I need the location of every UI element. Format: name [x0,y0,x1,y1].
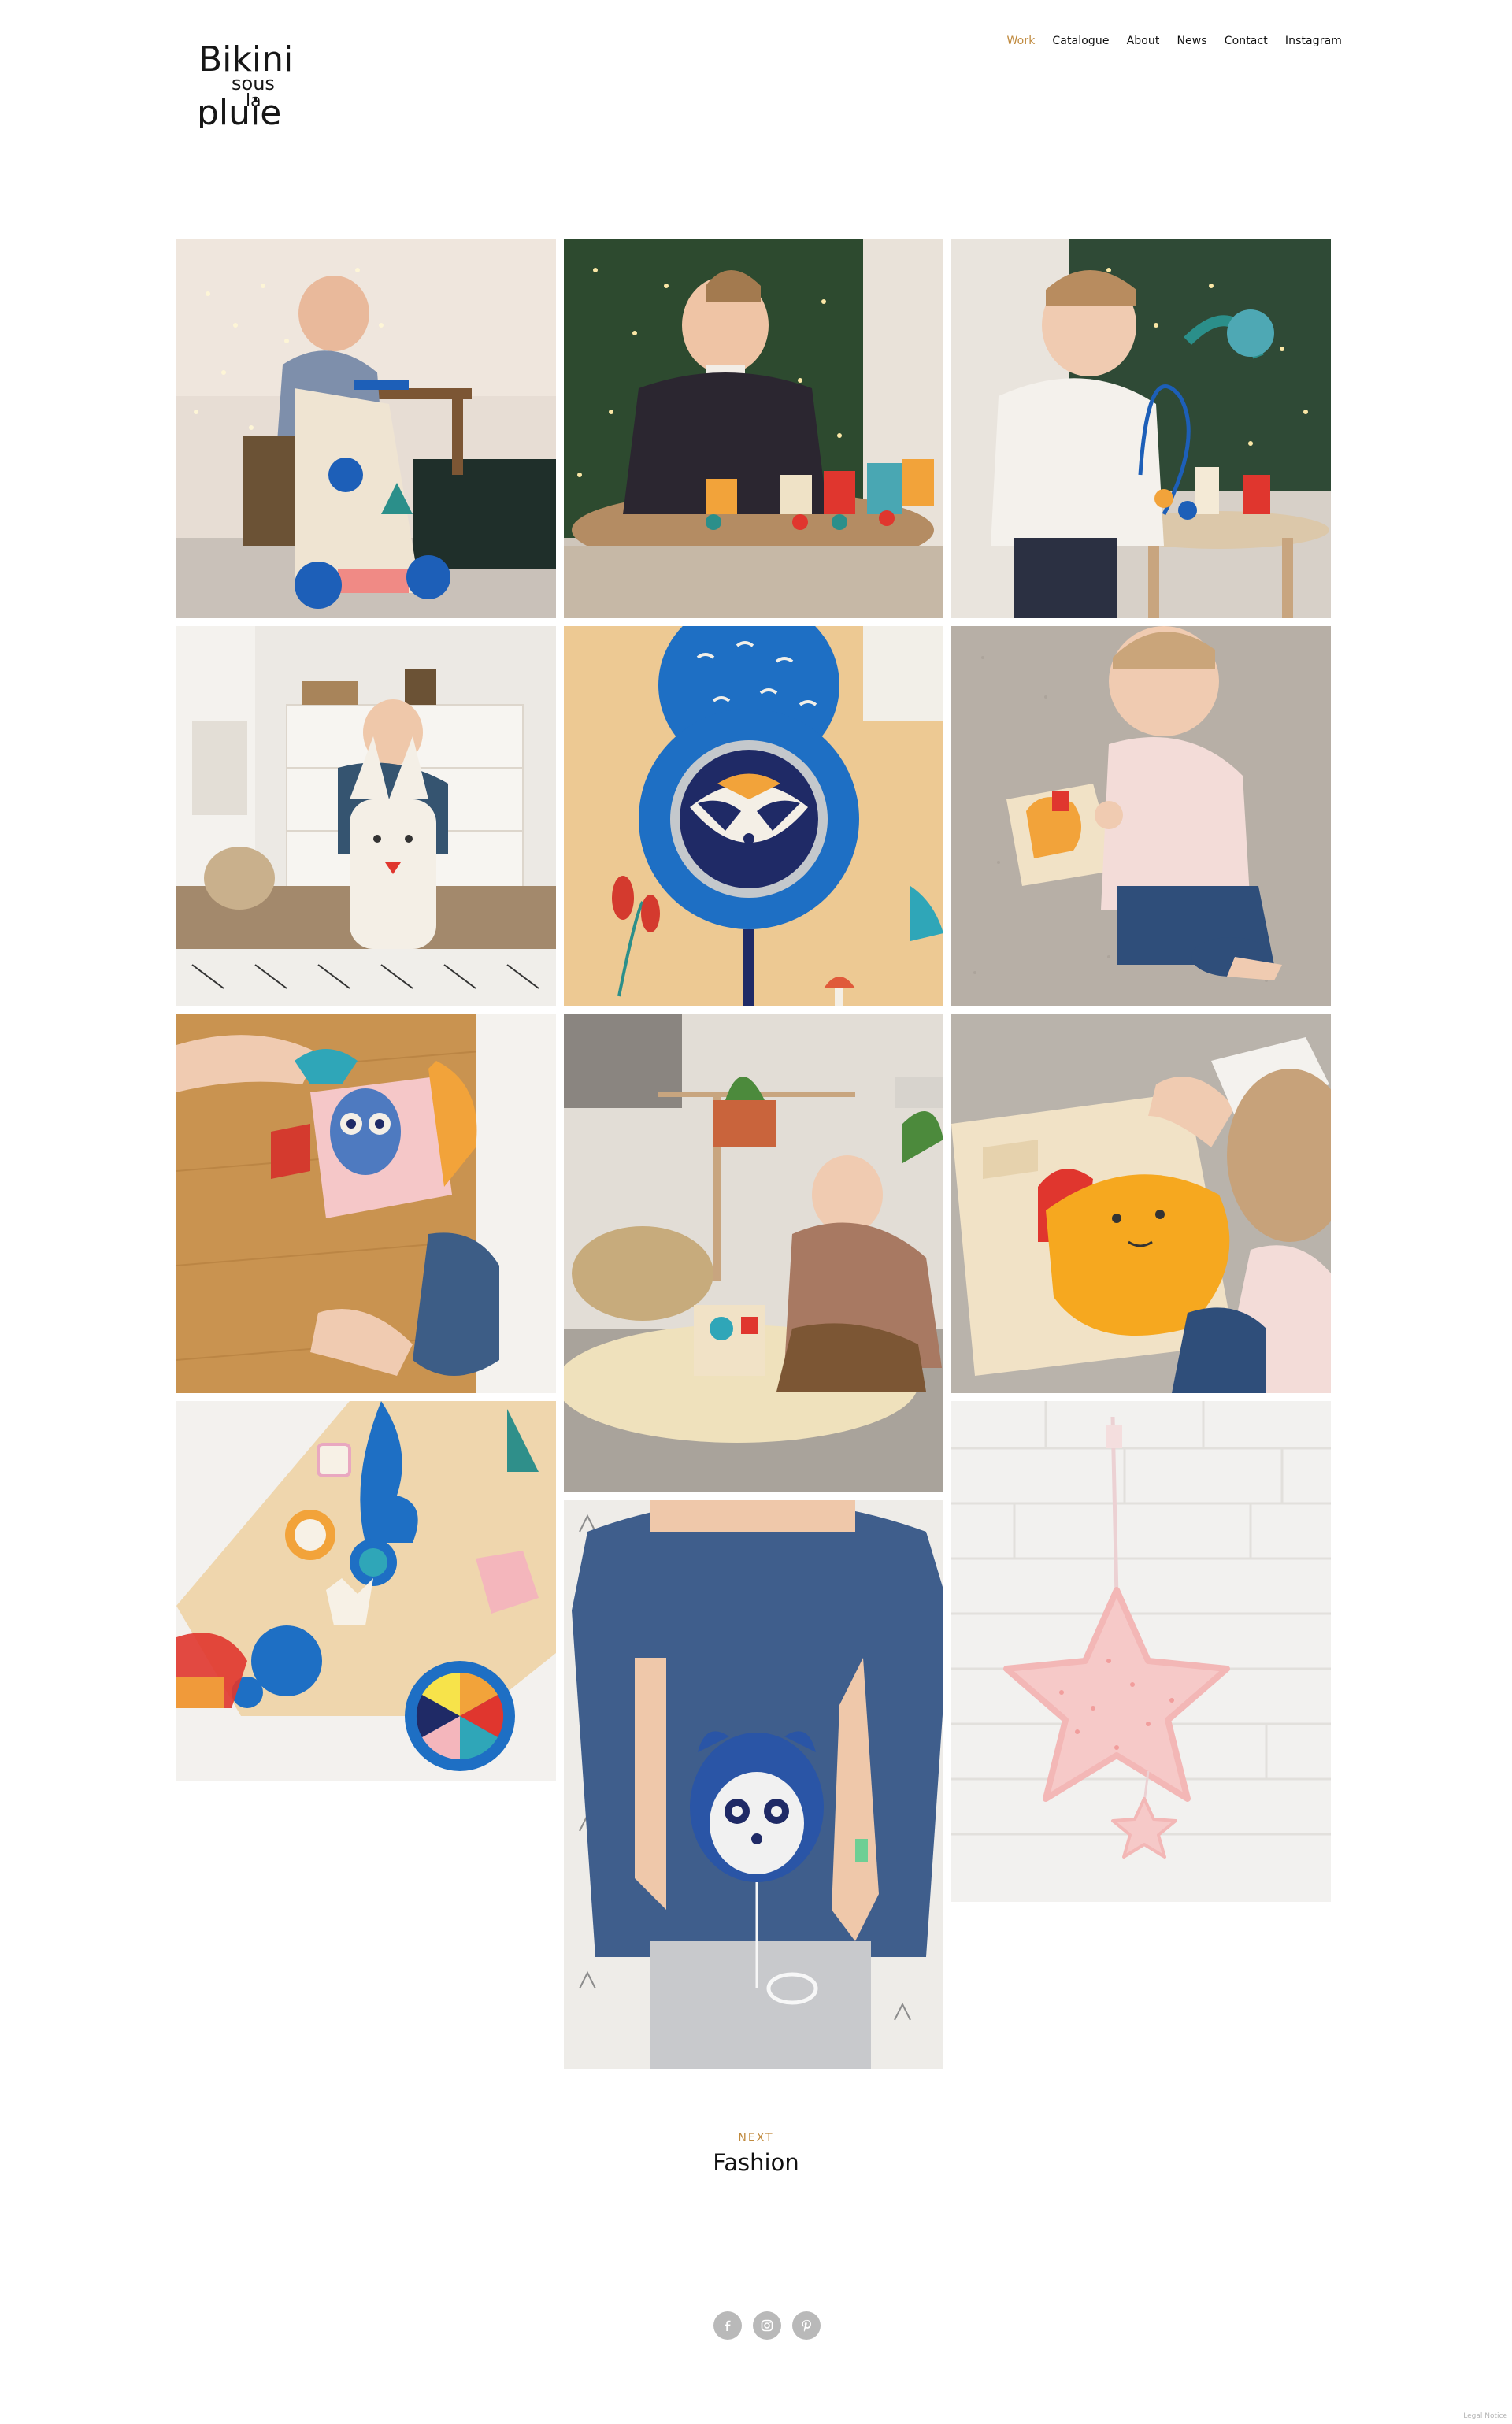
gallery-photo-star-mobile[interactable] [951,1401,1331,1902]
star-mobile-photo-image [951,1401,1331,1902]
gallery-photo-bear-puzzle[interactable] [951,1014,1331,1393]
bear-puzzle-photo-image [951,1014,1331,1393]
raccoon-mirror-photo-image [564,626,943,1006]
instagram-icon [761,2319,773,2332]
nav-work[interactable]: Work [1007,35,1036,47]
logo-wordmark: Bikini sous la pluie [197,39,293,128]
nav-contact[interactable]: Contact [1225,35,1268,47]
walker-wheels-photo-image [176,1401,556,1781]
walker-photo-image [176,239,556,618]
gallery-photo-walker[interactable] [176,239,556,618]
facebook-icon [724,2320,731,2331]
facebook-link[interactable] [713,2311,742,2340]
pinterest-icon [802,2319,811,2332]
next-project-title: Fashion [713,2149,799,2176]
gallery-photo-activity-cube[interactable] [176,1014,556,1393]
svg-text:pluie: pluie [197,93,281,128]
next-label: NEXT [738,2132,774,2144]
gallery-photo-play-mat[interactable] [564,1014,943,1492]
train-photo-image [564,239,943,618]
play-mat-photo-image [564,1014,943,1492]
main-nav: Work Catalogue About News Contact Instag… [1007,35,1342,47]
gallery-photo-walker-wheels[interactable] [176,1401,556,1781]
activity-cube-photo-image [176,1014,556,1393]
bead-maze-photo-image [951,239,1331,618]
raccoon-plush-photo-image [564,1500,943,2069]
gallery-photo-raccoon-mirror[interactable] [564,626,943,1006]
puzzle-carpet-photo-image [951,626,1331,1006]
instagram-link[interactable] [753,2311,781,2340]
gallery-photo-raccoon-plush[interactable] [564,1500,943,2069]
gallery-photo-rabbit-ride-on[interactable] [176,626,556,1006]
social-links [713,2311,821,2340]
nav-news[interactable]: News [1177,35,1206,47]
nav-instagram[interactable]: Instagram [1285,35,1342,47]
gallery-photo-puzzle-carpet[interactable] [951,626,1331,1006]
gallery-photo-bead-maze[interactable] [951,239,1331,618]
site-logo[interactable]: Bikini sous la pluie [197,30,299,128]
next-project-link[interactable]: NEXT Fashion [0,2132,1512,2176]
pinterest-link[interactable] [792,2311,821,2340]
gallery-photo-train[interactable] [564,239,943,618]
nav-catalogue[interactable]: Catalogue [1052,35,1109,47]
nav-about[interactable]: About [1127,35,1160,47]
legal-notice-link[interactable]: Legal Notice [1463,2412,1507,2420]
rabbit-ride-on-photo-image [176,626,556,1006]
